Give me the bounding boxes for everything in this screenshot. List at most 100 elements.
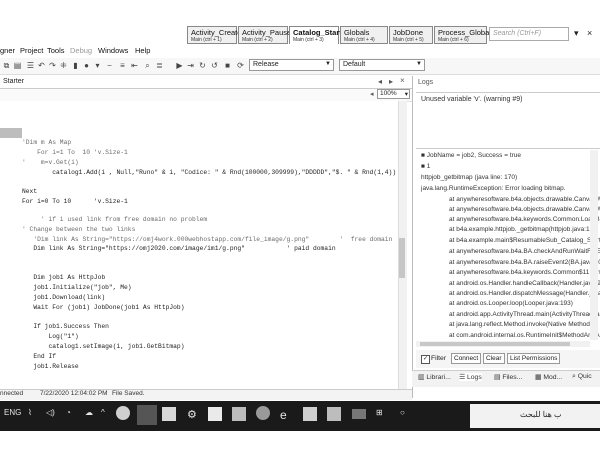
tab-logs[interactable]: ☰ Logs [459,373,482,381]
tab-quick-search[interactable]: ⌕ Quic [572,373,592,381]
gear-icon[interactable]: ⚙ [187,408,197,421]
global-search-input[interactable]: Search (Ctrl+F) [489,27,569,41]
menu-tools[interactable]: Tools [47,46,65,55]
logs-vertical-scrollbar[interactable] [590,150,598,340]
tab-catalog-start[interactable]: Catalog_Start Main (ctrl + 3) [289,26,342,44]
tab-libraries[interactable]: ▥ Librari... [418,373,451,381]
tab-files[interactable]: ▤ Files... [494,373,522,381]
log-line: at b4a.example.main$ResumableSub_Catalog… [449,237,600,244]
copy-icon[interactable]: ⧉ [2,61,11,70]
restart-icon[interactable]: ↺ [210,61,219,70]
device-select[interactable]: Default ▼ [339,59,425,71]
code-text: catalog1.Add(i , Null,"Runo" & i, "Codic… [22,169,397,176]
logs-horizontal-scroll-thumb[interactable] [420,342,570,346]
undo-icon[interactable]: ↶ [37,61,46,70]
tab-activity-pause[interactable]: Activity_Pause Main (ctrl + 2) [238,26,291,44]
run-icon[interactable]: ▶ [175,61,184,70]
network-icon[interactable]: ⌇ [28,408,32,417]
app-icon-2[interactable] [162,407,176,421]
outdent-icon[interactable]: ⇤ [130,61,139,70]
code-text: For i=1 To 10 'v.Size-1 [22,149,128,156]
file-explorer-icon[interactable] [327,407,341,421]
app-icon-5[interactable] [303,407,317,421]
menu-help[interactable]: Help [135,46,150,55]
log-line: at com.android.internal.os.RuntimeInit$M… [449,332,600,339]
step-icon[interactable]: ⇥ [186,61,195,70]
code-text: Next [22,188,38,195]
chevron-down-icon: ▾ [404,91,408,98]
code-line: ' Change between the two links [22,226,135,234]
tab-modules[interactable]: ▦ Mod... [535,373,562,381]
code-line: catalog1.Add(i , Null,"Runo" & i, "Codic… [22,169,396,177]
cloud-icon[interactable]: ☁ [85,408,93,417]
redo-icon[interactable]: ↷ [48,61,57,70]
app-icon-1[interactable] [116,406,130,420]
log-line: at b4a.example.httpjob._getbitmap(httpjo… [449,226,597,233]
tab-globals[interactable]: Globals Main (ctrl + 4) [340,26,388,44]
dropdown-arrow-icon[interactable]: ▾ [93,61,102,70]
code-line: For i=0 To 10 'v.Size-1 [22,198,128,206]
tab-title: Globals [344,28,370,37]
indent-icon[interactable]: ☰ [26,61,35,70]
filter-checkbox[interactable]: ✓ [421,355,430,364]
app-icon-4[interactable] [232,407,246,421]
build-config-select[interactable]: Release ▼ [249,59,334,71]
list-permissions-button[interactable]: List Permissions [507,353,561,364]
code-text: job1.Release [22,363,79,370]
find-icon[interactable]: ⌕ [143,61,152,70]
device-value: Default [343,61,366,68]
code-line: job1.Initialize("job", Me) [22,284,131,292]
format-icon[interactable]: ≣ [155,61,164,70]
close-tab-button[interactable]: × [587,28,592,38]
log-line: at anywheresoftware.b4a.objects.drawable… [449,206,600,213]
nav-left-icon[interactable]: ◂ [378,77,382,86]
tab-activity-create[interactable]: Activity_Create Main (ctrl + 1) [187,26,241,44]
tab-process-globals[interactable]: Process_Globals Main (ctrl + 6) [434,26,495,44]
paste-icon[interactable]: ▤ [13,61,22,70]
app-icon-3[interactable] [208,407,222,421]
menu-debug[interactable]: Debug [70,46,92,55]
tabs-dropdown-button[interactable]: ▾ [574,28,579,39]
wifi-icon[interactable]: ◔ [66,408,71,417]
code-line: If job1.Success Then [22,323,109,331]
chrome-icon[interactable] [256,406,270,420]
chevron-down-icon: ▼ [416,61,422,67]
selection-highlight [0,128,22,138]
app-icon-active[interactable] [137,405,157,425]
bookmark-icon[interactable]: ▮ [71,61,80,70]
scroll-left-icon[interactable]: ◂ [370,90,374,98]
volume-icon[interactable]: ◁) [46,408,55,417]
zoom-select[interactable]: 100% ▾ [377,89,410,99]
log-line: at android.os.Looper.loop(Looper.java:19… [449,300,573,307]
tab-files-label: Files... [502,374,523,381]
pane-close-icon[interactable]: × [400,76,405,85]
chevron-up-icon[interactable]: ^ [101,408,105,417]
menu-project[interactable]: Project [20,46,43,55]
app-icon-6[interactable] [352,409,366,419]
nav-right-icon[interactable]: ▸ [389,77,393,86]
menu-designer[interactable]: gner [0,46,15,55]
task-view-icon[interactable]: ⊞ [376,408,383,417]
comment-icon[interactable]: ⁜ [59,61,68,70]
code-line: ' if i used link from free domain no pro… [22,216,207,224]
code-text: job1.Download(link) [22,294,106,301]
tab-jobdone[interactable]: JobDone Main (ctrl + 5) [389,26,433,44]
cortana-icon[interactable]: ○ [400,408,405,417]
stop-icon[interactable]: ■ [223,61,232,70]
tab-shortcut: Main (ctrl + 5) [393,37,424,43]
code-line: Dim link As String="https://omj2020.com/… [22,245,335,253]
refresh-icon[interactable]: ↻ [198,61,207,70]
connect-button[interactable]: Connect [451,353,482,364]
minus-icon[interactable]: − [105,61,114,70]
tab-title: Process_Globals [438,28,495,37]
menu-windows[interactable]: Windows [98,46,128,55]
language-indicator[interactable]: ENG [4,408,21,417]
logs-icon: ☰ [459,374,467,381]
edge-icon[interactable]: e [280,408,287,422]
record-icon[interactable]: ● [82,61,91,70]
list-icon[interactable]: ≡ [118,61,127,70]
editor-vertical-scroll-thumb[interactable] [399,238,405,278]
warning-message[interactable]: Unused variable 'v'. (warning #9) [421,96,523,103]
reload-icon[interactable]: ⟳ [236,61,245,70]
clear-button[interactable]: Clear [483,353,505,364]
